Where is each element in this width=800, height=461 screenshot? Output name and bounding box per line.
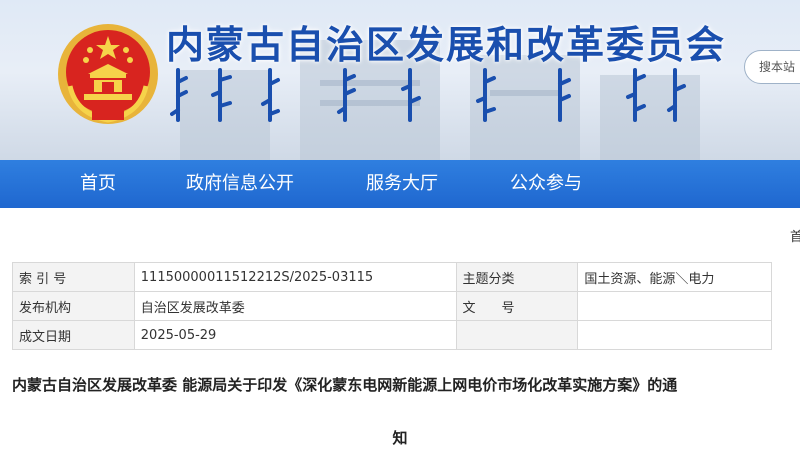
header-banner: 内蒙古自治区发展和改革委员会 搜本站 [0, 0, 800, 160]
nav-item-public-participation[interactable]: 公众参与 [510, 160, 582, 208]
empty-cell [577, 320, 772, 350]
breadcrumb-fragment[interactable]: 首 [790, 226, 800, 245]
document-meta-table: 索 引 号 11150000011512212S/2025-03115 主题分类… [12, 262, 772, 350]
empty-cell [455, 320, 579, 350]
label-document-number: 文 号 [455, 291, 579, 321]
value-subject-category: 国土资源、能源＼电力 [577, 262, 772, 292]
value-issuing-agency: 自治区发展改革委 [133, 291, 457, 321]
nav-item-gov-info-disclosure[interactable]: 政府信息公开 [186, 160, 294, 208]
table-row: 索 引 号 11150000011512212S/2025-03115 主题分类… [12, 262, 772, 292]
value-date-written: 2025-05-29 [133, 320, 457, 350]
value-index-number: 11150000011512212S/2025-03115 [133, 262, 457, 292]
nav-item-home[interactable]: 首页 [80, 160, 116, 208]
nav-item-service-hall[interactable]: 服务大厅 [366, 160, 438, 208]
label-index-number: 索 引 号 [12, 262, 135, 292]
main-nav: 首页 政府信息公开 服务大厅 公众参与 [0, 160, 800, 208]
national-emblem-icon [58, 24, 158, 124]
table-row: 发布机构 自治区发展改革委 文 号 [12, 291, 772, 321]
value-document-number [577, 291, 772, 321]
site-title: 内蒙古自治区发展和改革委员会 [166, 23, 727, 67]
label-issuing-agency: 发布机构 [12, 291, 135, 321]
search-input[interactable]: 搜本站 [744, 50, 800, 84]
table-row: 成文日期 2025-05-29 [12, 320, 772, 350]
mongolian-script-logo-icon [170, 68, 686, 122]
document-title-line1: 内蒙古自治区发展改革委 能源局关于印发《深化蒙东电网新能源上网电价市场化改革实施… [12, 376, 678, 394]
document-title-line2: 知 [392, 429, 408, 447]
label-date-written: 成文日期 [12, 320, 135, 350]
label-subject-category: 主题分类 [455, 262, 579, 292]
